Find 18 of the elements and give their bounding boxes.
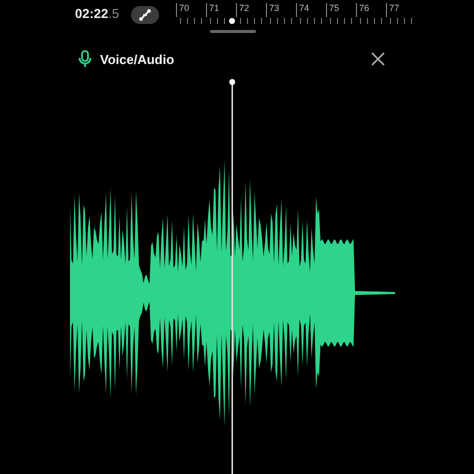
scroll-indicator <box>210 30 256 33</box>
track-title: Voice/Audio <box>100 52 176 66</box>
microphone-icon <box>78 50 92 68</box>
close-icon <box>370 51 386 67</box>
ruler-label: 76 <box>356 3 386 17</box>
ruler-label: 75 <box>326 3 356 17</box>
keyframe-button[interactable] <box>131 6 160 24</box>
timecode: 02:22.5 <box>75 6 120 21</box>
close-button[interactable] <box>370 51 386 67</box>
ruler-label: 70 <box>176 3 206 17</box>
ruler-label: 74 <box>296 3 326 17</box>
ruler-label: 72 <box>236 3 266 17</box>
ruler-label: 77 <box>386 3 416 17</box>
playhead-line[interactable] <box>229 79 236 474</box>
link-icon <box>138 9 152 21</box>
ruler-label: 73 <box>266 3 296 17</box>
ruler-label: 71 <box>206 3 236 17</box>
playhead-dot <box>229 18 235 24</box>
